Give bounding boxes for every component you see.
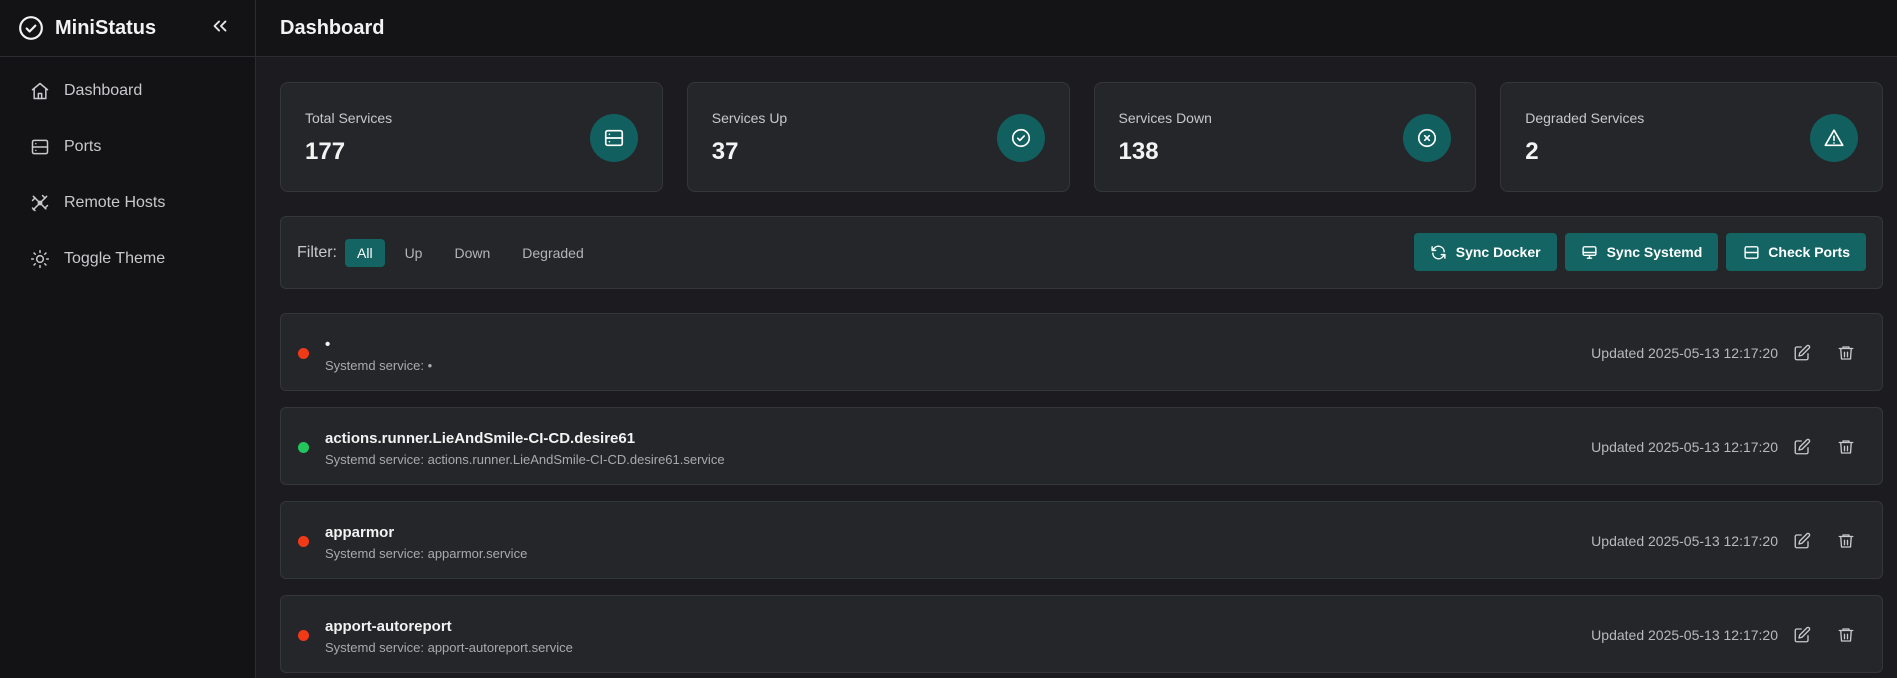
sync-systemd-button[interactable]: Sync Systemd	[1564, 233, 1719, 271]
main-content: Total Services 177 Services Up 37 Servic…	[280, 82, 1883, 678]
service-updated: Updated 2025-05-13 12:17:20	[1591, 439, 1778, 455]
service-description: Systemd service: •	[325, 358, 433, 373]
home-icon	[28, 79, 52, 103]
check-circle-icon	[996, 114, 1045, 162]
stat-label: Services Down	[1118, 110, 1212, 126]
sidebar-item-toggle-theme[interactable]: Toggle Theme	[0, 237, 255, 281]
toolbar-actions: Sync Docker Sync Systemd Check Ports	[1413, 233, 1866, 271]
edit-icon[interactable]	[1790, 529, 1814, 553]
warning-icon	[1810, 114, 1858, 162]
stat-value: 37	[711, 138, 739, 165]
filter-chip-all[interactable]: All	[345, 238, 385, 267]
chevrons-left-icon	[209, 15, 231, 42]
status-dot-down	[298, 536, 309, 547]
sidebar-item-label: Ports	[64, 138, 102, 155]
check-ports-button[interactable]: Check Ports	[1726, 233, 1866, 271]
stat-label: Degraded Services	[1525, 110, 1645, 126]
monitor-icon	[1581, 243, 1599, 261]
filter-label: Filter:	[297, 243, 337, 261]
logo-check-circle-icon	[17, 14, 45, 42]
sidebar-nav: Dashboard Ports Remote Hosts Toggle Them…	[0, 57, 255, 281]
trash-icon[interactable]	[1834, 529, 1858, 553]
button-label: Check Ports	[1768, 244, 1850, 260]
sidebar-item-label: Dashboard	[64, 82, 143, 99]
service-updated: Updated 2025-05-13 12:17:20	[1591, 533, 1778, 549]
edit-icon[interactable]	[1790, 435, 1814, 459]
collapse-sidebar-button[interactable]	[206, 14, 234, 42]
stat-value: 177	[305, 138, 346, 165]
trash-icon[interactable]	[1834, 435, 1858, 459]
service-list: • Systemd service: • Updated 2025-05-13 …	[280, 313, 1883, 673]
network-icon	[28, 191, 52, 215]
service-description: Systemd service: apparmor.service	[325, 546, 528, 561]
trash-icon[interactable]	[1834, 623, 1858, 647]
service-name: actions.runner.LieAndSmile-CI-CD.desire6…	[325, 430, 636, 447]
sidebar-item-label: Toggle Theme	[64, 250, 166, 267]
trash-icon[interactable]	[1834, 341, 1858, 365]
stats-row: Total Services 177 Services Up 37 Servic…	[280, 82, 1883, 192]
sync-docker-button[interactable]: Sync Docker	[1413, 233, 1557, 271]
service-description: Systemd service: actions.runner.LieAndSm…	[325, 452, 725, 467]
service-description: Systemd service: apport-autoreport.servi…	[325, 640, 573, 655]
sidebar-item-remote-hosts[interactable]: Remote Hosts	[0, 181, 255, 225]
edit-icon[interactable]	[1790, 341, 1814, 365]
filter-toolbar: Filter: All Up Down Degraded Sync Docker…	[280, 216, 1883, 289]
server-icon	[589, 114, 638, 162]
service-row[interactable]: apport-autoreport Systemd service: appor…	[280, 595, 1883, 673]
stat-label: Total Services	[305, 110, 393, 126]
sidebar-item-ports[interactable]: Ports	[0, 125, 255, 169]
service-name: •	[325, 336, 331, 353]
top-header: Dashboard	[256, 0, 1897, 57]
service-row[interactable]: actions.runner.LieAndSmile-CI-CD.desire6…	[280, 407, 1883, 485]
sidebar-item-dashboard[interactable]: Dashboard	[0, 69, 255, 113]
service-updated: Updated 2025-05-13 12:17:20	[1591, 345, 1778, 361]
filter-chip-down[interactable]: Down	[442, 239, 502, 267]
refresh-icon	[1430, 243, 1448, 261]
status-dot-down	[298, 348, 309, 359]
filter-chip-degraded[interactable]: Degraded	[510, 239, 596, 267]
page-title: Dashboard	[280, 16, 385, 39]
service-name: apparmor	[325, 524, 395, 541]
app-name: MiniStatus	[55, 16, 157, 39]
stat-card-total-services: Total Services 177	[280, 82, 663, 192]
edit-icon[interactable]	[1790, 623, 1814, 647]
button-label: Sync Docker	[1455, 244, 1541, 260]
status-dot-up	[298, 442, 309, 453]
stat-label: Services Up	[711, 110, 788, 126]
stat-card-services-down: Services Down 138	[1093, 82, 1477, 192]
stat-value: 2	[1525, 138, 1539, 165]
status-dot-down	[298, 630, 309, 641]
sidebar: MiniStatus Dashboard Ports Remote Hosts	[0, 0, 256, 678]
stat-value: 138	[1118, 138, 1159, 165]
sun-icon	[28, 247, 52, 271]
service-updated: Updated 2025-05-13 12:17:20	[1591, 627, 1778, 643]
service-name: apport-autoreport	[325, 618, 452, 635]
stat-card-degraded-services: Degraded Services 2	[1500, 82, 1883, 192]
sidebar-item-label: Remote Hosts	[64, 194, 166, 211]
service-row[interactable]: • Systemd service: • Updated 2025-05-13 …	[280, 313, 1883, 391]
server-icon	[28, 135, 52, 159]
button-label: Sync Systemd	[1606, 244, 1703, 260]
x-circle-icon	[1403, 114, 1452, 162]
service-row[interactable]: apparmor Systemd service: apparmor.servi…	[280, 501, 1883, 579]
server-icon	[1742, 243, 1760, 261]
filter-chip-up[interactable]: Up	[393, 239, 435, 267]
stat-card-services-up: Services Up 37	[686, 82, 1070, 192]
